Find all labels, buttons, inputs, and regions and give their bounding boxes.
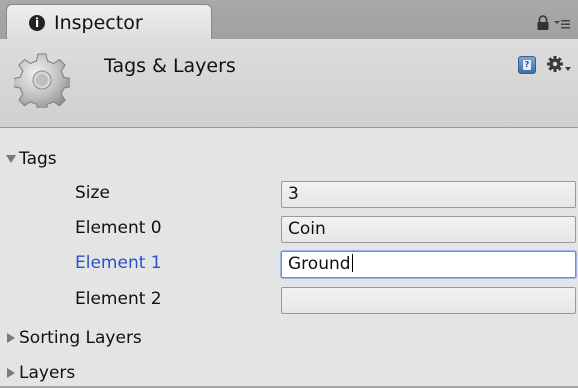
layers-label: Layers	[19, 363, 76, 383]
sorting-layers-label: Sorting Layers	[19, 328, 142, 348]
inspector-header: Tags & Layers ?	[0, 39, 578, 128]
triangle-right-icon	[7, 333, 15, 343]
field-label-size: Size	[75, 183, 110, 203]
field-label-element-1: Element 1	[75, 253, 162, 273]
menu-icon[interactable]	[554, 19, 570, 29]
triangle-right-icon	[7, 368, 15, 378]
list-item: Element 0 Coin	[0, 213, 578, 243]
help-icon[interactable]: ?	[518, 56, 536, 74]
lock-icon[interactable]	[536, 15, 550, 31]
element-2-field[interactable]	[281, 287, 576, 314]
size-field[interactable]: 3	[281, 181, 576, 208]
element-1-value: Ground	[288, 254, 351, 274]
text-caret	[351, 254, 353, 272]
cog-menu-icon[interactable]	[546, 55, 572, 75]
field-label-element-2: Element 2	[75, 289, 162, 309]
triangle-down-icon	[6, 155, 16, 163]
list-item: Element 1 Ground	[0, 248, 578, 278]
list-item: Size 3	[0, 178, 578, 208]
tags-foldout[interactable]: Tags	[0, 144, 578, 174]
tags-label: Tags	[19, 149, 57, 169]
field-label-element-0: Element 0	[75, 218, 162, 238]
tab-inspector[interactable]: i Inspector	[6, 4, 212, 40]
gear-icon	[14, 53, 70, 108]
element-0-field[interactable]: Coin	[281, 216, 576, 243]
page-title: Tags & Layers	[104, 55, 236, 77]
tab-bar: i Inspector	[0, 0, 578, 40]
list-item: Element 2	[0, 284, 578, 314]
inspector-body: Tags Size 3 Element 0 Coin Element 1 Gro…	[0, 128, 578, 386]
sorting-layers-foldout[interactable]: Sorting Layers	[0, 323, 578, 353]
tab-title: Inspector	[54, 11, 143, 34]
info-icon: i	[29, 14, 45, 31]
layers-foldout[interactable]: Layers	[0, 358, 578, 388]
element-1-field[interactable]: Ground	[281, 251, 576, 278]
